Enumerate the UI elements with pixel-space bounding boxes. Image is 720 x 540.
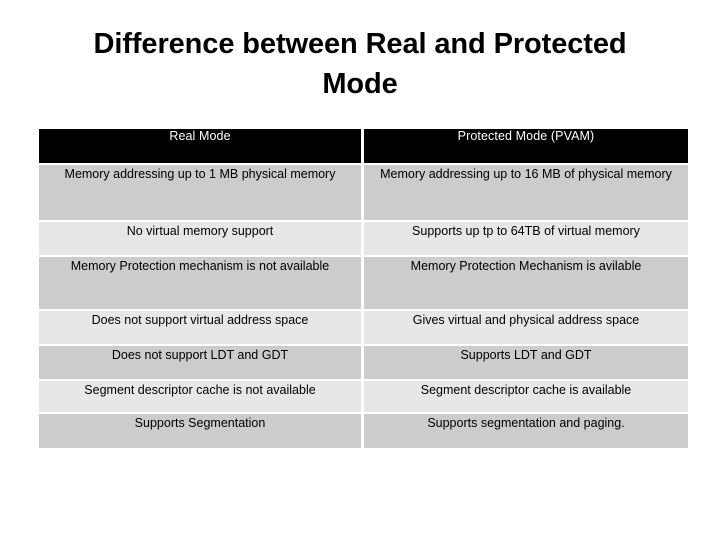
cell-real-mode: Segment descriptor cache is not availabl…	[39, 381, 361, 412]
cell-protected-mode: Supports segmentation and paging.	[364, 414, 688, 448]
table-row: Does not support LDT and GDT Supports LD…	[39, 346, 688, 379]
column-header-real-mode: Real Mode	[39, 129, 361, 163]
cell-protected-mode: Memory addressing up to 16 MB of physica…	[364, 165, 688, 220]
cell-real-mode: Memory Protection mechanism is not avail…	[39, 257, 361, 309]
table-row: Does not support virtual address space G…	[39, 311, 688, 344]
cell-real-mode: No virtual memory support	[39, 222, 361, 255]
cell-protected-mode: Segment descriptor cache is available	[364, 381, 688, 412]
cell-real-mode: Does not support virtual address space	[39, 311, 361, 344]
slide-canvas: Difference between Real and Protected Mo…	[0, 0, 720, 540]
cell-protected-mode: Supports LDT and GDT	[364, 346, 688, 379]
cell-real-mode: Supports Segmentation	[39, 414, 361, 448]
cell-real-mode: Does not support LDT and GDT	[39, 346, 361, 379]
page-title: Difference between Real and Protected Mo…	[93, 28, 627, 101]
table-row: No virtual memory support Supports up tp…	[39, 222, 688, 255]
table-row: Supports Segmentation Supports segmentat…	[39, 414, 688, 448]
column-header-protected-mode: Protected Mode (PVAM)	[364, 129, 688, 163]
cell-protected-mode: Gives virtual and physical address space	[364, 311, 688, 344]
table-row: Memory addressing up to 1 MB physical me…	[39, 165, 688, 220]
table-row: Memory Protection mechanism is not avail…	[39, 257, 688, 309]
cell-protected-mode: Memory Protection Mechanism is avilable	[364, 257, 688, 309]
comparison-table: Real Mode Protected Mode (PVAM) Memory a…	[36, 127, 691, 450]
table-row: Segment descriptor cache is not availabl…	[39, 381, 688, 412]
cell-real-mode: Memory addressing up to 1 MB physical me…	[39, 165, 361, 220]
cell-protected-mode: Supports up tp to 64TB of virtual memory	[364, 222, 688, 255]
table-header-row: Real Mode Protected Mode (PVAM)	[39, 129, 688, 163]
